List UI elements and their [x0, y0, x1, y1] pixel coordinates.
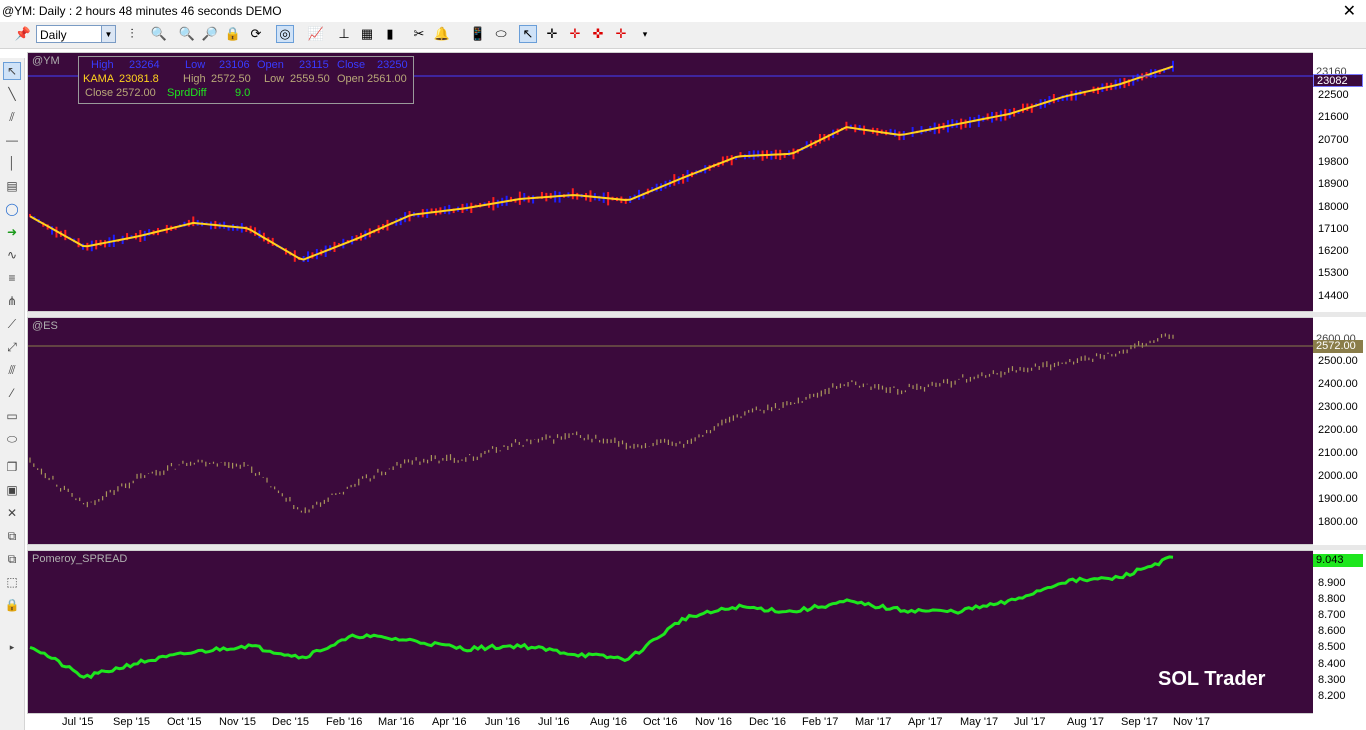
watermark-text: SOL Trader [1158, 668, 1266, 690]
info-high-value: 23264 [129, 59, 160, 71]
info-es-close-label: Close [85, 87, 114, 99]
info-low-label: Low [185, 59, 206, 71]
info-es-close-value: 2572.00 [116, 87, 156, 99]
info-es-low-value: 2559.50 [290, 73, 330, 85]
info-open-value: 23115 [299, 59, 329, 71]
x-axis-tick: Dec '15 [272, 716, 309, 728]
info-high-label: High [91, 59, 114, 71]
info-sprd-label: SprdDiff [167, 87, 207, 99]
info-close-value: 23250 [377, 59, 408, 71]
info-es-high-label: High [183, 73, 206, 85]
x-axis-tick: Jul '15 [62, 716, 94, 728]
info-es-open-label: Open [337, 73, 364, 85]
x-axis-tick: Feb '17 [802, 716, 839, 728]
x-axis-tick: Dec '16 [749, 716, 786, 728]
x-axis-tick: Aug '16 [590, 716, 627, 728]
x-axis-tick: Nov '16 [695, 716, 732, 728]
x-axis-tick: Mar '16 [378, 716, 415, 728]
info-es-high-value: 2572.50 [211, 73, 251, 85]
x-axis-tick: Oct '15 [167, 716, 202, 728]
x-axis-tick: Aug '17 [1067, 716, 1104, 728]
info-kama-label: KAMA [83, 73, 115, 85]
x-axis-tick: Nov '17 [1173, 716, 1210, 728]
x-axis-tick: Feb '16 [326, 716, 363, 728]
info-es-open-value: 2561.00 [367, 73, 407, 85]
chart-canvas [28, 60, 1313, 680]
x-axis-tick: Sep '17 [1121, 716, 1158, 728]
info-open-label: Open [257, 59, 284, 71]
info-sprd-value: 9.0 [235, 87, 251, 99]
x-axis-tick: Oct '16 [643, 716, 678, 728]
x-axis-tick: Apr '16 [432, 716, 467, 728]
x-axis-tick: May '17 [960, 716, 999, 728]
info-close-label: Close [337, 59, 366, 71]
x-axis-tick: Apr '17 [908, 716, 943, 728]
x-axis-tick: Jul '16 [538, 716, 570, 728]
x-axis-tick: Jul '17 [1014, 716, 1046, 728]
data-window: High 23264 Low 23106 Open 23115 Close 23… [78, 56, 414, 104]
info-es-low-label: Low [264, 73, 285, 85]
x-axis-tick: Mar '17 [855, 716, 892, 728]
info-kama-value: 23081.8 [119, 73, 159, 85]
x-axis-tick: Nov '15 [219, 716, 256, 728]
info-low-value: 23106 [219, 59, 250, 71]
x-axis-tick: Sep '15 [113, 716, 150, 728]
x-axis-tick: Jun '16 [485, 716, 521, 728]
spread-line [29, 555, 1174, 680]
